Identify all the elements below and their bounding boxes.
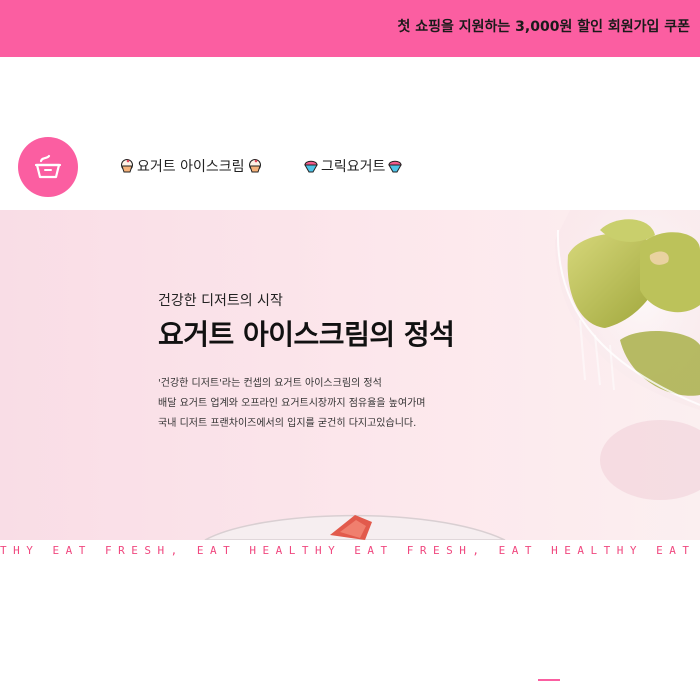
nav-label-yogurt-ice-cream: 요거트 아이스크림 xyxy=(137,159,245,175)
hero-banner: 건강한 디저트의 시작 요거트 아이스크림의 정석 '건강한 디저트'라는 컨셉… xyxy=(0,210,700,540)
nav-item-greek-yogurt[interactable]: 그릭요거트 xyxy=(303,154,403,178)
hero-description-line: 배달 요거트 업계와 오프라인 요거트시장까지 점유율을 높여가며 xyxy=(158,398,426,409)
ice-cream-cup-icon xyxy=(119,158,135,174)
nav-item-yogurt-ice-cream[interactable]: 요거트 아이스크림 xyxy=(119,154,263,178)
brand-logo[interactable] xyxy=(18,137,78,197)
promo-banner-text[interactable]: 첫 쇼핑을 지원하는 3,000원 할인 회원가입 쿠폰 xyxy=(398,16,691,36)
slogan-marquee: THY EAT FRESH, EAT HEALTHY EAT FRESH, EA… xyxy=(0,540,700,560)
hero-title: 요거트 아이스크림의 정석 xyxy=(158,318,455,351)
slogan-marquee-text: THY EAT FRESH, EAT HEALTHY EAT FRESH, EA… xyxy=(0,544,700,557)
hero-description-line: 국내 디저트 프랜차이즈에서의 입지를 굳건히 다지고있습니다. xyxy=(158,418,417,429)
hero-description: '건강한 디저트'라는 컨셉의 요거트 아이스크림의 정석 배달 요거트 업계와… xyxy=(158,374,425,434)
hero-description-line: '건강한 디저트'라는 컨셉의 요거트 아이스크림의 정석 xyxy=(158,378,382,389)
hero-subtitle: 건강한 디저트의 시작 xyxy=(158,293,283,309)
section-accent-line xyxy=(538,679,560,681)
shaved-ice-icon xyxy=(387,158,403,174)
yogurt-cup-icon xyxy=(34,154,62,179)
nav-label-greek-yogurt: 그릭요거트 xyxy=(321,159,386,175)
promo-banner[interactable]: 첫 쇼핑을 지원하는 3,000원 할인 회원가입 쿠폰 xyxy=(0,0,700,57)
shaved-ice-icon xyxy=(303,158,319,174)
ice-cream-cup-icon xyxy=(247,158,263,174)
